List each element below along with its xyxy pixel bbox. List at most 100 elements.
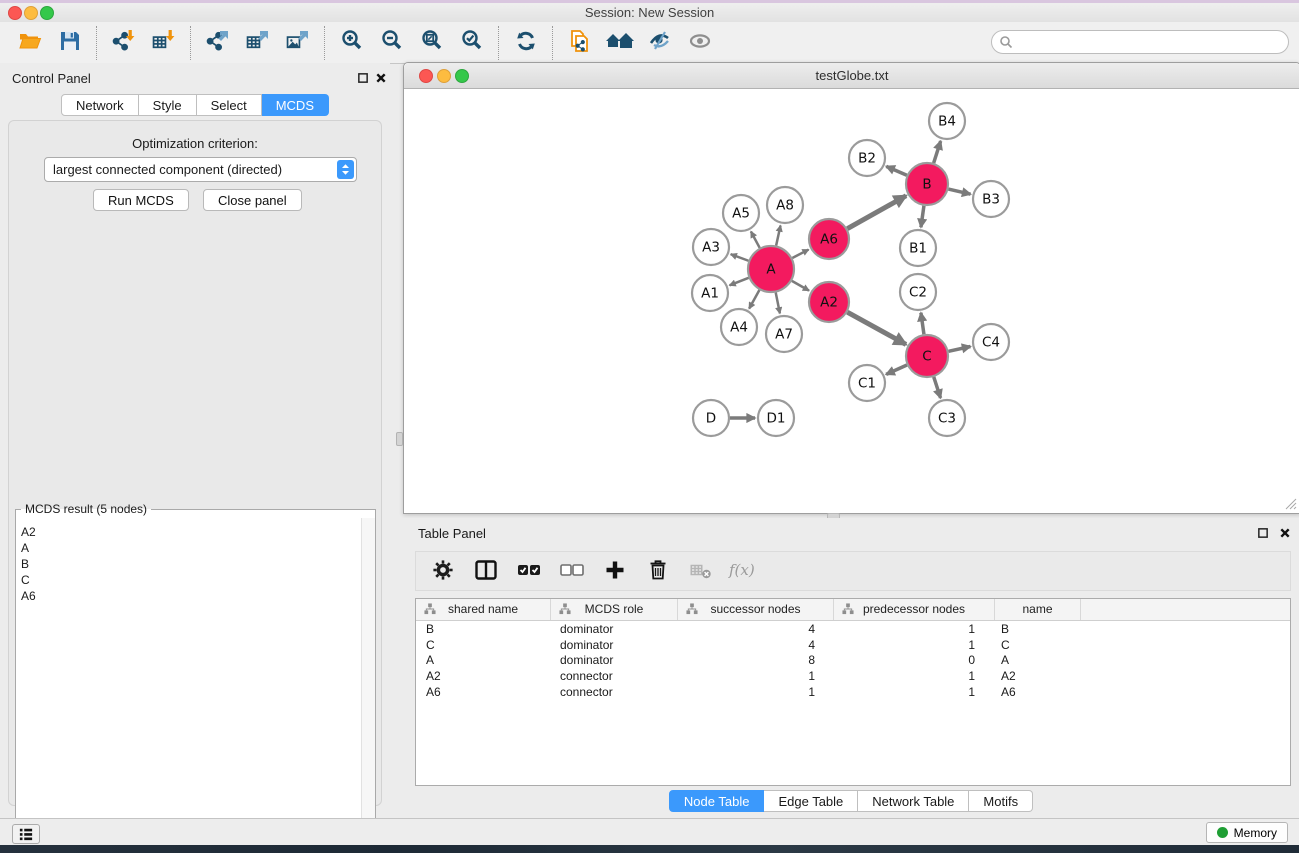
graph-node-A2[interactable]: A2 (809, 282, 849, 322)
graph-node-A6[interactable]: A6 (809, 219, 849, 259)
graph-node-D1[interactable]: D1 (758, 400, 794, 436)
graph-node-A7[interactable]: A7 (766, 316, 802, 352)
tab-style[interactable]: Style (139, 94, 197, 116)
edge-B-B3[interactable] (948, 189, 970, 194)
tab-network[interactable]: Network (61, 94, 139, 116)
edge-A-A5[interactable] (751, 232, 760, 248)
split-view-button[interactable] (473, 558, 499, 584)
graph-node-B3[interactable]: B3 (973, 181, 1009, 217)
hide-panels-button[interactable] (640, 27, 680, 59)
result-list-item[interactable]: A (21, 540, 361, 556)
graph-node-B1[interactable]: B1 (900, 230, 936, 266)
result-scrollbar[interactable] (361, 518, 375, 853)
import-network-button[interactable] (104, 27, 144, 59)
graph-node-C1[interactable]: C1 (849, 365, 885, 401)
graph-node-D[interactable]: D (693, 400, 729, 436)
tab-select[interactable]: Select (197, 94, 262, 116)
graph-node-C3[interactable]: C3 (929, 400, 965, 436)
edge-A-A7[interactable] (776, 293, 780, 314)
table-row[interactable]: Adominator80A (416, 652, 1290, 668)
memory-button[interactable]: Memory (1206, 822, 1288, 843)
network-window-titlebar[interactable]: testGlobe.txt (404, 63, 1299, 89)
column-header-MCDS-role[interactable]: MCDS role (551, 599, 678, 620)
clone-network-button[interactable] (560, 27, 600, 59)
result-list-item[interactable]: B (21, 556, 361, 572)
import-table-button[interactable] (144, 27, 184, 59)
table-row[interactable]: Bdominator41B (416, 621, 1290, 637)
export-image-button[interactable] (278, 27, 318, 59)
zoom-out-button[interactable] (372, 27, 412, 59)
tab-edge-table[interactable]: Edge Table (764, 790, 858, 812)
zoom-in-button[interactable] (332, 27, 372, 59)
tab-mcds[interactable]: MCDS (262, 94, 329, 116)
edge-C-C2[interactable] (921, 313, 924, 334)
tab-network-table[interactable]: Network Table (858, 790, 969, 812)
edge-C-C3[interactable] (934, 377, 941, 398)
column-header-shared-name[interactable]: shared name (416, 599, 551, 620)
zoom-fit-button[interactable] (412, 27, 452, 59)
deselect-all-button[interactable] (559, 558, 585, 584)
column-header-predecessor-nodes[interactable]: predecessor nodes (834, 599, 995, 620)
tab-motifs[interactable]: Motifs (969, 790, 1033, 812)
graph-node-C[interactable]: C (906, 335, 948, 377)
add-button[interactable] (602, 558, 628, 584)
graph-node-A8[interactable]: A8 (767, 187, 803, 223)
mcds-result-list[interactable]: A2ABCA6 (16, 518, 361, 853)
edge-A-A4[interactable] (749, 290, 759, 309)
graph-node-A1[interactable]: A1 (692, 275, 728, 311)
edge-A6-B[interactable] (847, 196, 906, 229)
table-float-panel-icon[interactable] (1256, 526, 1270, 540)
edge-B-B2[interactable] (886, 166, 907, 175)
gear-button[interactable] (430, 558, 456, 584)
zoom-selected-button[interactable] (452, 27, 492, 59)
graph-node-B[interactable]: B (906, 163, 948, 205)
graph-node-A[interactable]: A (748, 246, 794, 292)
network-graph-canvas[interactable]: A A1 A2 A3 A4 A5 A6 A7 A8 B B1 B2 B3 B4 C C1 C2 C3 C4 D D1 (404, 89, 1298, 512)
close-panel-icon[interactable] (374, 71, 388, 85)
refresh-button[interactable] (506, 27, 546, 59)
criterion-dropdown[interactable]: largest connected component (directed) (44, 157, 357, 182)
graph-node-B4[interactable]: B4 (929, 103, 965, 139)
table-close-panel-icon[interactable] (1278, 526, 1292, 540)
result-list-item[interactable]: C (21, 572, 361, 588)
search-field[interactable] (991, 30, 1289, 54)
graph-node-A4[interactable]: A4 (721, 309, 757, 345)
trash-button[interactable] (645, 558, 671, 584)
show-panels-list-button[interactable] (12, 824, 40, 844)
float-panel-icon[interactable] (356, 71, 370, 85)
open-session-button[interactable] (10, 27, 50, 59)
search-input[interactable] (1013, 35, 1288, 49)
export-table-button[interactable] (238, 27, 278, 59)
edge-A-A6[interactable] (792, 250, 808, 258)
graph-node-A5[interactable]: A5 (723, 195, 759, 231)
table-row[interactable]: A6connector11A6 (416, 684, 1290, 700)
destroy-table-button[interactable] (688, 558, 714, 584)
result-list-item[interactable]: A6 (21, 588, 361, 604)
show-panels-button[interactable] (680, 27, 720, 59)
column-header-name[interactable]: name (995, 599, 1081, 620)
fx-button[interactable]: f(x) (731, 558, 757, 584)
network-vertical-scroll-thumb[interactable] (396, 432, 403, 446)
edge-A-A3[interactable] (731, 254, 749, 261)
table-row[interactable]: Cdominator41C (416, 637, 1290, 653)
graph-node-C2[interactable]: C2 (900, 274, 936, 310)
save-session-button[interactable] (50, 27, 90, 59)
export-network-button[interactable] (198, 27, 238, 59)
edge-C-C4[interactable] (948, 346, 970, 351)
resize-grip-icon[interactable] (1283, 497, 1298, 511)
edge-A-A1[interactable] (730, 278, 749, 286)
select-all-button[interactable] (516, 558, 542, 584)
tab-node-table[interactable]: Node Table (669, 790, 765, 812)
graph-node-B2[interactable]: B2 (849, 140, 885, 176)
table-row[interactable]: A2connector11A2 (416, 668, 1290, 684)
edge-B-B1[interactable] (921, 206, 924, 227)
graph-node-A3[interactable]: A3 (693, 229, 729, 265)
edge-A-A2[interactable] (792, 281, 809, 291)
result-list-item[interactable]: A2 (21, 524, 361, 540)
edge-A-A8[interactable] (776, 226, 780, 246)
run-mcds-button[interactable]: Run MCDS (93, 189, 189, 211)
edge-B-B4[interactable] (934, 141, 941, 163)
close-panel-button[interactable]: Close panel (203, 189, 302, 211)
graph-node-C4[interactable]: C4 (973, 324, 1009, 360)
edge-C-C1[interactable] (886, 365, 907, 374)
